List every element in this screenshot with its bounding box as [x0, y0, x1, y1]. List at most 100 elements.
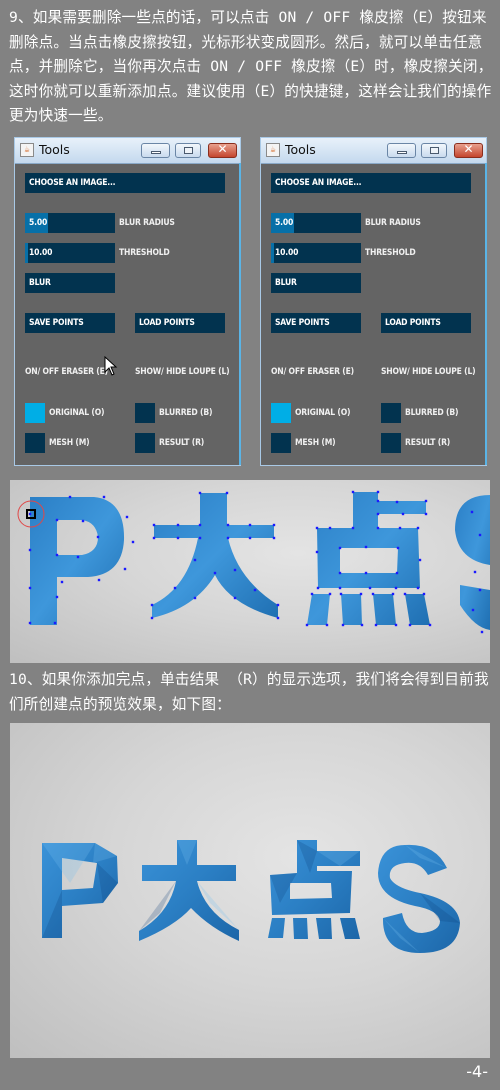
mesh-point[interactable] [424, 499, 428, 503]
mesh-point[interactable] [213, 571, 217, 575]
mesh-point[interactable] [396, 546, 400, 550]
mesh-point[interactable] [55, 595, 59, 599]
mesh-point[interactable] [470, 510, 474, 514]
mesh-point[interactable] [28, 586, 32, 590]
mesh-point[interactable] [176, 523, 180, 527]
mesh-point[interactable] [403, 592, 407, 596]
view-toggle-mesh[interactable] [25, 433, 45, 453]
mesh-point[interactable] [478, 533, 482, 537]
view-toggle-result[interactable] [135, 433, 155, 453]
maximize-button[interactable] [175, 143, 201, 158]
mesh-point[interactable] [193, 596, 197, 600]
mesh-point[interactable] [176, 536, 180, 540]
mesh-point[interactable] [338, 586, 342, 590]
mesh-point[interactable] [198, 536, 202, 540]
mesh-point[interactable] [374, 623, 378, 627]
minimize-button[interactable] [141, 143, 170, 158]
blur-radius-slider[interactable]: 5.00 [271, 213, 361, 233]
mesh-point[interactable] [338, 546, 342, 550]
mesh-point[interactable] [97, 578, 101, 582]
mesh-point[interactable] [394, 623, 398, 627]
mesh-point[interactable] [376, 512, 380, 516]
blur-button[interactable]: BLUR [25, 273, 115, 293]
mesh-point[interactable] [473, 570, 477, 574]
mesh-point[interactable] [96, 535, 100, 539]
blur-button[interactable]: BLUR [271, 273, 361, 293]
title-bar[interactable]: ☕ Tools ✕ [261, 138, 486, 164]
load-points-button[interactable]: LOAD POINTS [135, 313, 225, 333]
threshold-slider[interactable]: 10.00 [25, 243, 115, 263]
mesh-point[interactable] [81, 519, 85, 523]
mesh-point[interactable] [339, 592, 343, 596]
view-toggle-result[interactable] [381, 433, 401, 453]
mesh-point[interactable] [310, 592, 314, 596]
mesh-point[interactable] [376, 499, 380, 503]
mesh-point[interactable] [359, 592, 363, 596]
mesh-point[interactable] [68, 495, 72, 499]
mesh-point[interactable] [60, 580, 64, 584]
mesh-point[interactable] [248, 523, 252, 527]
mesh-point[interactable] [376, 526, 380, 530]
mesh-point[interactable] [424, 512, 428, 516]
mesh-point[interactable] [315, 526, 319, 530]
close-button[interactable]: ✕ [454, 142, 483, 158]
mesh-point[interactable] [351, 526, 355, 530]
mesh-point[interactable] [328, 592, 332, 596]
mesh-point[interactable] [401, 512, 405, 516]
view-toggle-original[interactable] [25, 403, 45, 423]
mesh-point[interactable] [272, 536, 276, 540]
choose-image-button[interactable]: CHOOSE AN IMAGE... [25, 173, 225, 193]
mesh-point[interactable] [478, 588, 482, 592]
mesh-point[interactable] [422, 592, 426, 596]
view-toggle-blurred[interactable] [381, 403, 401, 423]
mesh-point[interactable] [28, 512, 32, 516]
blur-radius-slider[interactable]: 5.00 [25, 213, 115, 233]
mesh-point[interactable] [428, 623, 432, 627]
mesh-point[interactable] [395, 500, 399, 504]
threshold-slider[interactable]: 10.00 [271, 243, 361, 263]
view-toggle-blurred[interactable] [135, 403, 155, 423]
save-points-button[interactable]: SAVE POINTS [25, 313, 115, 333]
mesh-point[interactable] [102, 495, 106, 499]
mesh-point[interactable] [55, 518, 59, 522]
mesh-point[interactable] [276, 616, 280, 620]
mesh-point[interactable] [198, 491, 202, 495]
mesh-point[interactable] [364, 545, 368, 549]
mesh-point[interactable] [28, 548, 32, 552]
mesh-point[interactable] [391, 592, 395, 596]
mesh-point[interactable] [248, 536, 252, 540]
mesh-point[interactable] [193, 558, 197, 562]
mesh-point[interactable] [364, 571, 368, 575]
mesh-point[interactable] [368, 586, 372, 590]
mesh-point[interactable] [55, 553, 59, 557]
mesh-point[interactable] [416, 526, 420, 530]
mesh-point[interactable] [226, 523, 230, 527]
mesh-point[interactable] [408, 623, 412, 627]
mesh-point[interactable] [152, 536, 156, 540]
title-bar[interactable]: ☕ Tools ✕ [15, 138, 240, 164]
mesh-point[interactable] [253, 588, 257, 592]
mesh-point[interactable] [150, 603, 154, 607]
mesh-point[interactable] [276, 603, 280, 607]
mesh-point[interactable] [395, 571, 399, 575]
mesh-point[interactable] [131, 540, 135, 544]
view-toggle-mesh[interactable] [271, 433, 291, 453]
mesh-point[interactable] [371, 592, 375, 596]
mesh-point[interactable] [418, 558, 422, 562]
mesh-point[interactable] [398, 526, 402, 530]
save-points-button[interactable]: SAVE POINTS [271, 313, 361, 333]
choose-image-button[interactable]: CHOOSE AN IMAGE... [271, 173, 471, 193]
mesh-point[interactable] [233, 568, 237, 572]
mesh-point[interactable] [325, 623, 329, 627]
mesh-point[interactable] [341, 623, 345, 627]
mesh-point[interactable] [305, 623, 309, 627]
mesh-point[interactable] [480, 630, 484, 634]
mesh-point[interactable] [233, 596, 237, 600]
mesh-point[interactable] [226, 536, 230, 540]
mesh-point[interactable] [150, 616, 154, 620]
load-points-button[interactable]: LOAD POINTS [381, 313, 471, 333]
mesh-point[interactable] [360, 623, 364, 627]
mesh-point[interactable] [123, 567, 127, 571]
mesh-point[interactable] [198, 523, 202, 527]
mesh-point[interactable] [225, 491, 229, 495]
